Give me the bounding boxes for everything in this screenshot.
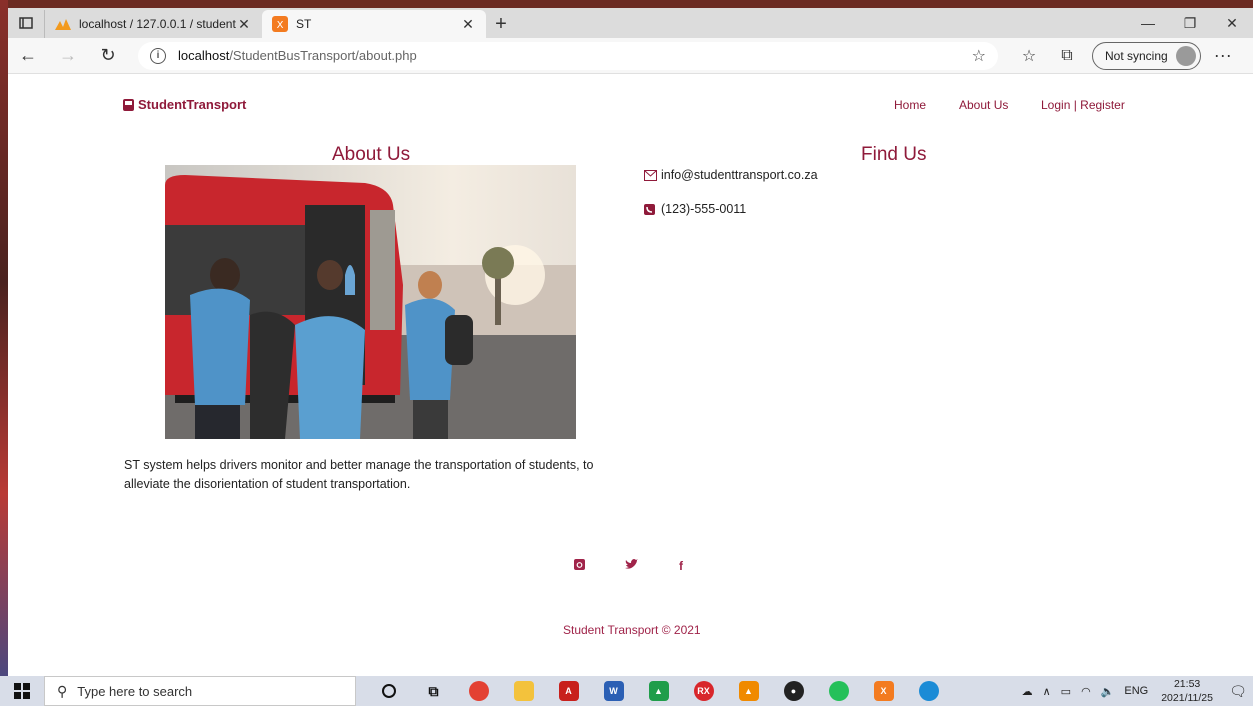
search-icon: ⚲ <box>57 682 68 699</box>
phone-text: (123)-555-0011 <box>661 202 747 216</box>
language-indicator[interactable]: ENG <box>1124 685 1148 697</box>
phpmyadmin-icon <box>55 16 71 32</box>
bus-photo <box>165 165 576 439</box>
show-hidden-icons-icon[interactable]: ∧ <box>1043 685 1051 698</box>
more-options-icon[interactable]: ··· <box>1201 45 1245 66</box>
rx-app-icon[interactable]: RX <box>681 676 726 706</box>
search-placeholder: Type here to search <box>77 683 193 699</box>
edge-icon[interactable] <box>906 676 951 706</box>
notifications-icon[interactable]: 🗨 <box>1223 683 1253 700</box>
bus-icon <box>123 98 134 111</box>
tab-phpmyadmin[interactable]: localhost / 127.0.0.1 / studenttra ✕ <box>44 10 262 38</box>
restore-icon[interactable]: ❐ <box>1169 8 1211 38</box>
browser-toolbar: ← → ↻ i localhost/StudentBusTransport/ab… <box>8 38 1253 74</box>
taskbar: ⚲ Type here to search ⧉ A W ▲ RX ▲ ● X ☁… <box>0 676 1253 706</box>
forward-icon[interactable]: → <box>48 38 88 74</box>
clock-time: 21:53 <box>1173 678 1201 690</box>
instagram-icon[interactable] <box>574 559 585 573</box>
find-heading: Find Us <box>861 144 927 165</box>
media-player-icon[interactable]: ● <box>771 676 816 706</box>
battery-icon[interactable]: ▭ <box>1061 685 1071 698</box>
brand-link[interactable]: StudentTransport <box>123 97 246 112</box>
task-view-icon[interactable]: ⧉ <box>411 676 456 706</box>
windows-icon <box>14 683 30 699</box>
tab-title: ST <box>296 17 312 31</box>
tab-title: localhost / 127.0.0.1 / studenttra <box>79 17 236 31</box>
address-path: /StudentBusTransport/about.php <box>229 48 417 63</box>
vlc-icon[interactable]: ▲ <box>726 676 771 706</box>
close-window-icon[interactable]: ✕ <box>1211 8 1253 38</box>
minimize-icon[interactable]: — <box>1127 8 1169 38</box>
email-text: info@studenttransport.co.za <box>661 168 818 182</box>
cortana-icon[interactable] <box>366 676 411 706</box>
nav-login-register[interactable]: Login | Register <box>1041 98 1125 112</box>
xampp-icon: X <box>272 16 288 32</box>
taskbar-search[interactable]: ⚲ Type here to search <box>44 676 356 706</box>
whatsapp-icon[interactable] <box>816 676 861 706</box>
desktop-background <box>0 0 8 706</box>
new-tab-button[interactable]: + <box>486 10 516 38</box>
volume-icon[interactable]: 🔈 <box>1101 685 1115 698</box>
tab-st[interactable]: X ST ✕ <box>262 10 486 38</box>
contact-phone[interactable]: (123)-555-0011 <box>644 202 746 216</box>
refresh-icon[interactable]: ↻ <box>88 38 128 74</box>
nav-home[interactable]: Home <box>894 98 926 112</box>
clock-date: 2021/11/25 <box>1161 692 1213 704</box>
back-icon[interactable]: ← <box>8 38 48 74</box>
close-tab-icon[interactable]: ✕ <box>460 16 476 33</box>
browser-window: localhost / 127.0.0.1 / studenttra ✕ X S… <box>8 8 1253 676</box>
onedrive-icon[interactable]: ☁ <box>1022 685 1033 698</box>
nav-about[interactable]: About Us <box>959 98 1008 112</box>
window-controls: — ❐ ✕ <box>1127 8 1253 38</box>
web-page: StudentTransport Home About Us Login | R… <box>8 74 1253 676</box>
wifi-icon[interactable]: ◠ <box>1081 685 1091 698</box>
chrome-icon[interactable] <box>456 676 501 706</box>
brand-name: StudentTransport <box>138 97 247 112</box>
about-heading: About Us <box>332 144 411 165</box>
envelope-icon <box>644 169 657 181</box>
tab-actions-icon <box>19 17 33 29</box>
phone-icon <box>644 203 657 215</box>
sync-label: Not syncing <box>1105 48 1168 63</box>
clock[interactable]: 21:53 2021/11/25 <box>1161 677 1213 705</box>
address-bar[interactable]: i localhost/StudentBusTransport/about.ph… <box>138 41 998 70</box>
favorites-icon[interactable]: ☆ <box>1010 46 1048 66</box>
add-favorite-icon[interactable]: ☆ <box>972 46 986 66</box>
facebook-icon[interactable]: f <box>679 559 683 573</box>
contact-email[interactable]: info@studenttransport.co.za <box>644 168 818 182</box>
twitter-icon[interactable] <box>625 559 638 573</box>
taskbar-apps: ⧉ A W ▲ RX ▲ ● X <box>366 676 951 706</box>
xampp-taskbar-icon[interactable]: X <box>861 676 906 706</box>
avatar <box>1175 45 1196 66</box>
profile-sync-button[interactable]: Not syncing <box>1092 41 1201 70</box>
android-studio-icon[interactable]: ▲ <box>636 676 681 706</box>
about-description: ST system helps drivers monitor and bett… <box>124 458 594 491</box>
footer-copyright: Student Transport © 2021 <box>563 623 701 637</box>
tab-strip: localhost / 127.0.0.1 / studenttra ✕ X S… <box>8 8 1253 38</box>
start-button[interactable] <box>0 676 44 706</box>
close-tab-icon[interactable]: ✕ <box>236 16 252 33</box>
tab-actions-button[interactable] <box>8 8 44 38</box>
svg-text:X: X <box>277 20 284 31</box>
system-tray: ☁ ∧ ▭ ◠ 🔈 ENG 21:53 2021/11/25 🗨 <box>1017 677 1253 705</box>
acrobat-icon[interactable]: A <box>546 676 591 706</box>
file-explorer-icon[interactable] <box>501 676 546 706</box>
address-host: localhost <box>178 48 230 63</box>
site-info-icon[interactable]: i <box>150 47 166 64</box>
word-icon[interactable]: W <box>591 676 636 706</box>
collections-icon[interactable]: ⧉ <box>1048 47 1086 65</box>
toolbar-icons: ☆ ⧉ <box>1010 46 1086 66</box>
